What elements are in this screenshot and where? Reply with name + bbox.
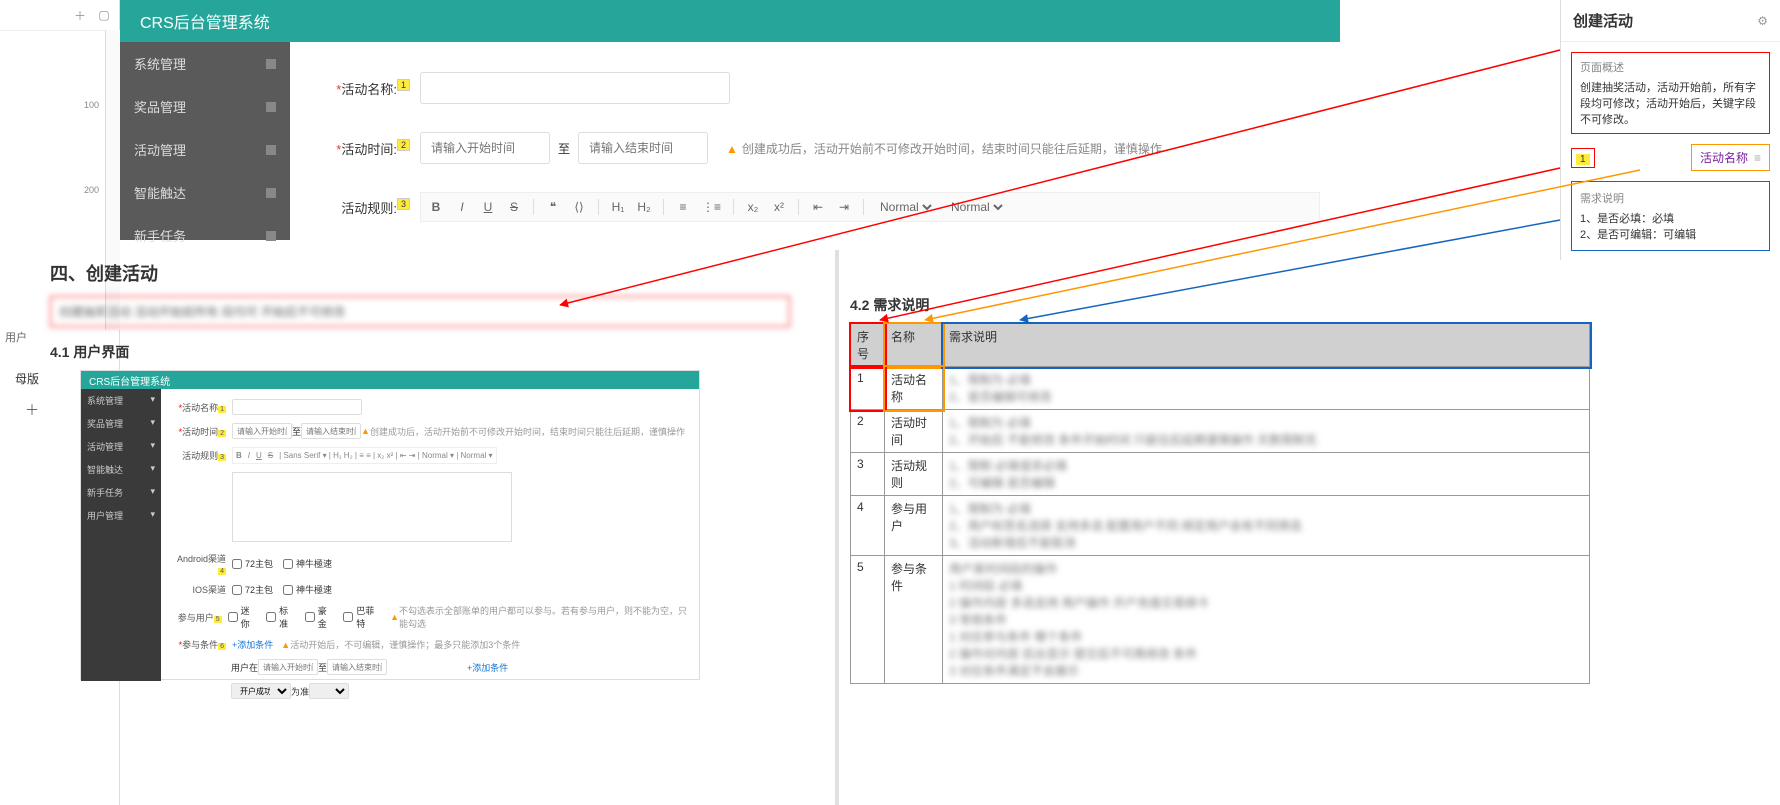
- rich-text-toolbar: B I U S ❝ ⟨⟩ H₁ H₂ ≡ ⋮≡ x₂ x² ⇤ ⇥: [420, 192, 1320, 222]
- doc-right-column: 4.2 需求说明 序号 名称 需求说明 1 活动名称 1、限制为 必填2、是否编…: [850, 280, 1590, 805]
- page-overview-box: 页面概述 创建抽奖活动，活动开始前，所有字段均可修改；活动开始后，关键字段不可修…: [1571, 52, 1770, 134]
- italic-button[interactable]: I: [455, 200, 469, 214]
- mini-sb-item: 奖品管理▾: [81, 412, 161, 435]
- th-seq: 序号: [851, 324, 885, 367]
- mini-sb-item: 用户管理▾: [81, 504, 161, 527]
- mini-sidebar: 系统管理▾ 奖品管理▾ 活动管理▾ 智能触达▾ 新手任务▾ 用户管理▾: [81, 389, 161, 681]
- font-size-select[interactable]: Normal: [876, 199, 935, 215]
- label-activity-name: *活动名称:1: [320, 79, 410, 98]
- input-activity-name[interactable]: [420, 72, 730, 104]
- sidebar-item-prize[interactable]: 奖品管理: [120, 85, 290, 128]
- strike-button[interactable]: S: [507, 200, 521, 214]
- chevron-down-icon: [266, 145, 276, 155]
- vertical-separator: [835, 250, 839, 805]
- code-button[interactable]: ⟨⟩: [572, 200, 586, 214]
- plus-icon[interactable]: ＋: [73, 8, 87, 22]
- requirements-table: 序号 名称 需求说明 1 活动名称 1、限制为 必填2、是否编辑可修改 2活动时…: [850, 323, 1590, 684]
- to-separator: 至: [558, 140, 570, 157]
- table-row: 1 活动名称 1、限制为 必填2、是否编辑可修改: [851, 367, 1590, 410]
- label-activity-rule: 活动规则:3: [320, 198, 410, 217]
- chevron-down-icon: [266, 231, 276, 241]
- rail-label-user: 用户: [5, 329, 27, 345]
- add-icon[interactable]: ＋: [25, 400, 39, 420]
- annotation-badge-2: 2: [397, 139, 410, 151]
- panel-title: 创建活动: [1573, 10, 1633, 31]
- main-app-preview: CRS后台管理系统 系统管理 奖品管理 活动管理 智能触达 新手任务 *活动名称…: [120, 0, 1340, 240]
- menu-icon: ≡: [1754, 151, 1761, 165]
- overview-label: 页面概述: [1580, 59, 1761, 75]
- mini-sb-item: 系统管理▾: [81, 389, 161, 412]
- label-activity-time: *活动时间:2: [320, 139, 410, 158]
- req-line-2: 2、是否可编辑：可编辑: [1580, 226, 1761, 242]
- section-desc-box: 创建抽奖活动 活动开始前所有 段均可 开始后不可修改: [50, 296, 790, 327]
- annotation-badge-3: 3: [397, 198, 410, 210]
- list-ordered-button[interactable]: ≡: [676, 200, 690, 214]
- requirement-box: 需求说明 1、是否必填：必填 2、是否可编辑：可编辑: [1571, 181, 1770, 251]
- mini-sb-item: 新手任务▾: [81, 481, 161, 504]
- app-header: CRS后台管理系统: [120, 0, 1340, 42]
- subscript-button[interactable]: x₂: [746, 200, 760, 214]
- annotation-link-badge[interactable]: 1: [1571, 148, 1595, 168]
- table-row: 5参与条件 用户某时间段的操作1 时间段 必填2 操作内容 多选支持 用户操作 …: [851, 556, 1590, 684]
- chevron-down-icon: [266, 59, 276, 69]
- table-row: 2活动时间 1、限制为 必填2、开始后 不能修改 条件开始时间 只能往后延期谨慎…: [851, 410, 1590, 453]
- sidebar-item-smart[interactable]: 智能触达: [120, 171, 290, 214]
- th-req: 需求说明: [943, 324, 1590, 367]
- input-start-time[interactable]: [420, 132, 550, 164]
- quote-button[interactable]: ❝: [546, 200, 560, 214]
- h2-button[interactable]: H₂: [637, 200, 651, 214]
- app-sidebar: 系统管理 奖品管理 活动管理 智能触达 新手任务: [120, 42, 290, 240]
- indent-button[interactable]: ⇥: [837, 200, 851, 214]
- req-line-1: 1、是否必填：必填: [1580, 210, 1761, 226]
- sidebar-item-system[interactable]: 系统管理: [120, 42, 290, 85]
- mini-sb-item: 智能触达▾: [81, 458, 161, 481]
- chevron-down-icon: [266, 102, 276, 112]
- annotation-badge-1: 1: [397, 79, 410, 91]
- bold-button[interactable]: B: [429, 200, 443, 214]
- gear-icon[interactable]: ⚙: [1757, 14, 1768, 28]
- overview-text: 创建抽奖活动，活动开始前，所有字段均可修改；活动开始后，关键字段不可修改。: [1580, 79, 1761, 127]
- folder-icon[interactable]: ▢: [97, 8, 111, 22]
- font-style-select[interactable]: Normal: [947, 199, 1006, 215]
- document-content: 四、创建活动 创建抽奖活动 活动开始前所有 段均可 开始后不可修改 4.1 用户…: [40, 250, 1560, 805]
- sidebar-item-activity[interactable]: 活动管理: [120, 128, 290, 171]
- right-inspector-panel: 创建活动 ⚙ 页面概述 创建抽奖活动，活动开始前，所有字段均可修改；活动开始后，…: [1560, 0, 1780, 260]
- section-4-1-title: 4.1 用户界面: [50, 342, 790, 362]
- superscript-button[interactable]: x²: [772, 200, 786, 214]
- table-row: 4参与用户 1、限制为 必填2、用户标签名选择 支持多选 配置用户不同 绑定用户…: [851, 496, 1590, 556]
- req-label: 需求说明: [1580, 190, 1761, 206]
- ui-mockup-thumbnail: CRS后台管理系统 系统管理▾ 奖品管理▾ 活动管理▾ 智能触达▾ 新手任务▾ …: [80, 370, 700, 680]
- annotation-link-name[interactable]: 活动名称≡: [1691, 144, 1770, 171]
- chevron-down-icon: [266, 188, 276, 198]
- underline-button[interactable]: U: [481, 200, 495, 214]
- outdent-button[interactable]: ⇤: [811, 200, 825, 214]
- list-bullet-button[interactable]: ⋮≡: [702, 200, 721, 214]
- table-row: 3活动规则 1、限制 必填或非必填2、可编辑 是否编辑: [851, 453, 1590, 496]
- time-hint: 创建成功后，活动开始前不可修改开始时间，结束时间只能往后延期，谨慎操作: [742, 142, 1162, 156]
- input-end-time[interactable]: [578, 132, 708, 164]
- section-4-title: 四、创建活动: [50, 260, 790, 286]
- doc-left-column: 四、创建活动 创建抽奖活动 活动开始前所有 段均可 开始后不可修改 4.1 用户…: [40, 250, 800, 805]
- mini-header: CRS后台管理系统: [81, 371, 699, 389]
- h1-button[interactable]: H₁: [611, 200, 625, 214]
- rail-label-master: 母版: [15, 370, 39, 387]
- mini-form: *活动名称1 *活动时间2 至 ▲创建成功后，活动开始前不可修改开始时间，结束时…: [161, 389, 699, 717]
- section-4-2-title: 4.2 需求说明: [850, 295, 1590, 315]
- warning-icon: ▲: [726, 142, 738, 156]
- mini-sb-item: 活动管理▾: [81, 435, 161, 458]
- app-form: *活动名称:1 *活动时间:2 至 ▲ 创建成功后，活动开始前不可修改开始时间，结…: [290, 42, 1340, 240]
- th-name: 名称: [885, 324, 943, 367]
